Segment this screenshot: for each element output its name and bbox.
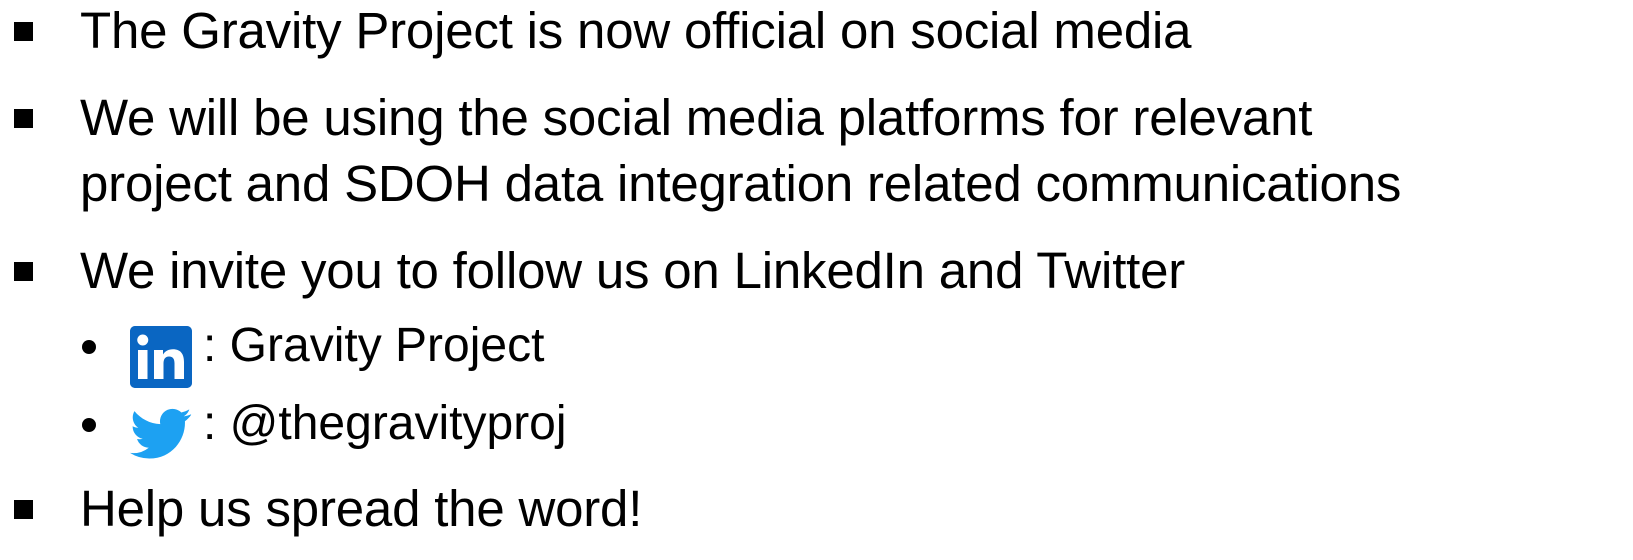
- bullet-text: Help us spread the word!: [80, 480, 643, 537]
- linkedin-handle: : Gravity Project: [203, 319, 545, 372]
- linkedin-icon[interactable]: [130, 326, 192, 393]
- twitter-icon[interactable]: [130, 405, 192, 468]
- square-bullet: [14, 262, 33, 281]
- bullet-text: The Gravity Project is now official on s…: [80, 2, 1192, 59]
- twitter-handle: : @thegravityproj: [203, 397, 567, 450]
- dot-bullet: [82, 340, 96, 354]
- twitter-bird: [130, 408, 192, 459]
- dot-bullet: [82, 418, 96, 432]
- square-bullet: [14, 22, 33, 41]
- bullet-text: We invite you to follow us on LinkedIn a…: [80, 242, 1186, 299]
- square-bullet: [14, 500, 33, 519]
- bullet-list: The Gravity Project is now official on s…: [0, 0, 1633, 560]
- linkedin-logo: [130, 326, 192, 388]
- bullet-text-line-1: We will be using the social media platfo…: [80, 89, 1313, 146]
- square-bullet: [14, 109, 33, 128]
- bullet-text-line-2: project and SDOH data integration relate…: [80, 155, 1402, 212]
